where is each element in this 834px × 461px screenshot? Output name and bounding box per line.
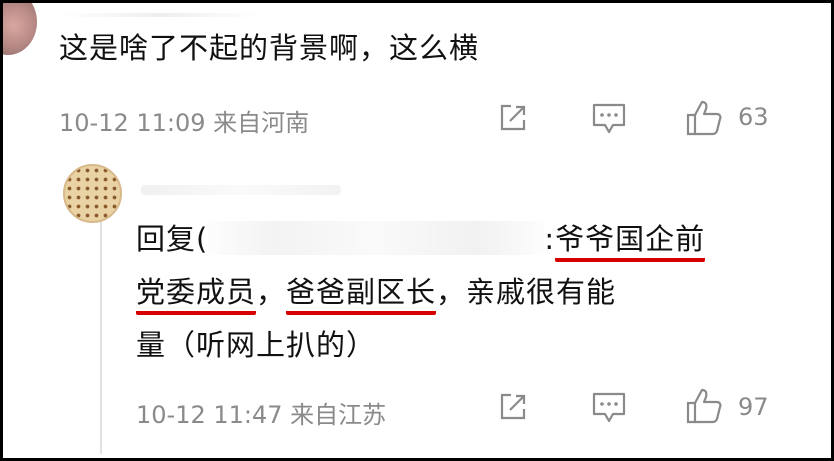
reply-line-2: 党委成员，爸爸副区长，亲戚很有能 [136, 266, 756, 319]
highlight-grandfather: 爷爷国企前 [555, 222, 706, 262]
reply-prefix: 回复( [136, 222, 209, 256]
comment-text: 这是啥了不起的背景啊，这么横 [59, 31, 480, 65]
reply-line-1: 回复(:爷爷国企前 [136, 213, 756, 266]
reply-username-blurred [141, 185, 341, 195]
highlight-party-committee: 党委成员 [136, 275, 257, 315]
thumbs-up-icon[interactable] [685, 387, 723, 425]
comment-location: 来自河南 [213, 109, 310, 137]
share-icon[interactable] [497, 391, 529, 423]
share-icon[interactable] [497, 102, 529, 134]
thread-line [100, 193, 102, 454]
reply-line-3: 量（听网上扒的） [136, 328, 377, 362]
redacted-username [208, 221, 545, 255]
comment-icon[interactable] [591, 391, 627, 425]
like-count: 63 [738, 103, 769, 131]
like-count: 97 [738, 393, 769, 421]
highlight-father: 爸爸副区长 [286, 275, 437, 315]
screenshot-frame: 这是啥了不起的背景啊，这么横 10-12 11:09 来自河南 63 回复(:爷… [0, 0, 834, 461]
avatar[interactable] [3, 3, 37, 55]
comment-meta: 10-12 11:09 来自河南 [59, 103, 309, 138]
reply-location: 来自江苏 [290, 401, 387, 429]
reply-relatives: ，亲戚很有能 [436, 275, 617, 309]
reply-avatar[interactable] [63, 164, 122, 223]
thumbs-up-icon[interactable] [685, 99, 723, 137]
reply-comma: ， [256, 275, 287, 309]
comment-time: 10-12 11:09 [59, 109, 206, 137]
reply-text: 回复(:爷爷国企前 党委成员，爸爸副区长，亲戚很有能 量（听网上扒的） [136, 213, 756, 372]
reply-time: 10-12 11:47 [136, 401, 283, 429]
reply-meta: 10-12 11:47 来自江苏 [136, 395, 386, 430]
username-placeholder [61, 13, 261, 17]
comment-icon[interactable] [591, 102, 627, 136]
reply-colon: : [544, 222, 556, 256]
